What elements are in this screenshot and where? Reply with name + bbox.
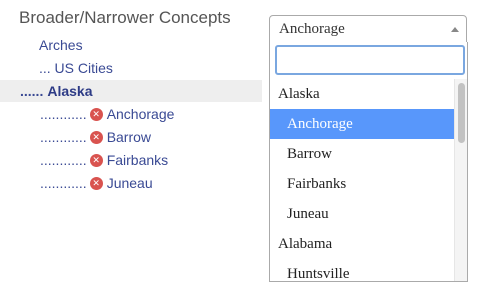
search-input[interactable] bbox=[275, 45, 465, 75]
option-group-label: Alaska bbox=[278, 85, 320, 102]
tree-item-child: ............ ✕ Barrow bbox=[0, 126, 262, 148]
tree-item-root[interactable]: Arches bbox=[0, 34, 262, 56]
tree-item-child: ............ ✕ Fairbanks bbox=[0, 149, 262, 171]
tree-item-indent: ............ bbox=[40, 152, 87, 168]
option-item[interactable]: Anchorage bbox=[270, 109, 455, 139]
scrollbar[interactable] bbox=[454, 79, 467, 281]
option-item[interactable]: Fairbanks bbox=[270, 169, 455, 199]
tree-item-root-label: Arches bbox=[39, 37, 83, 53]
tree-item-parent[interactable]: ... US Cities bbox=[0, 57, 262, 79]
tree-item-child-label[interactable]: Juneau bbox=[107, 175, 153, 191]
tree-item-selected-label: Alaska bbox=[47, 83, 93, 99]
tree-item-parent-label: ... US Cities bbox=[39, 60, 113, 76]
select-value: Anchorage bbox=[279, 20, 345, 37]
tree-item-child-label[interactable]: Fairbanks bbox=[107, 152, 168, 168]
option-item[interactable]: Barrow bbox=[270, 139, 455, 169]
tree-item-indent: ............ bbox=[40, 175, 87, 191]
tree-item-indent: ............ bbox=[40, 129, 87, 145]
concept-select[interactable]: Anchorage bbox=[269, 15, 467, 43]
remove-icon[interactable]: ✕ bbox=[89, 176, 103, 190]
tree-item-selected[interactable]: ...... Alaska bbox=[0, 80, 262, 102]
option-group-label: Alabama bbox=[278, 235, 333, 252]
tree-item-indent: ............ bbox=[40, 106, 87, 122]
remove-icon[interactable]: ✕ bbox=[89, 107, 103, 121]
scrollbar-thumb[interactable] bbox=[458, 83, 465, 143]
tree-item-child: ............ ✕ Juneau bbox=[0, 172, 262, 194]
section-heading: Broader/Narrower Concepts bbox=[19, 8, 231, 27]
tree-item-child-label[interactable]: Barrow bbox=[107, 129, 151, 145]
tree-item-child-label[interactable]: Anchorage bbox=[107, 106, 175, 122]
tree-item-child: ............ ✕ Anchorage bbox=[0, 103, 262, 125]
remove-icon[interactable]: ✕ bbox=[89, 130, 103, 144]
option-item[interactable]: Juneau bbox=[270, 199, 455, 229]
option-item[interactable]: Huntsville bbox=[270, 259, 455, 282]
caret-up-icon[interactable] bbox=[451, 27, 459, 32]
tree-item-indent: ...... bbox=[20, 83, 44, 99]
select-dropdown: Alaska Anchorage Barrow Fairbanks Juneau… bbox=[269, 42, 468, 282]
remove-icon[interactable]: ✕ bbox=[89, 153, 103, 167]
